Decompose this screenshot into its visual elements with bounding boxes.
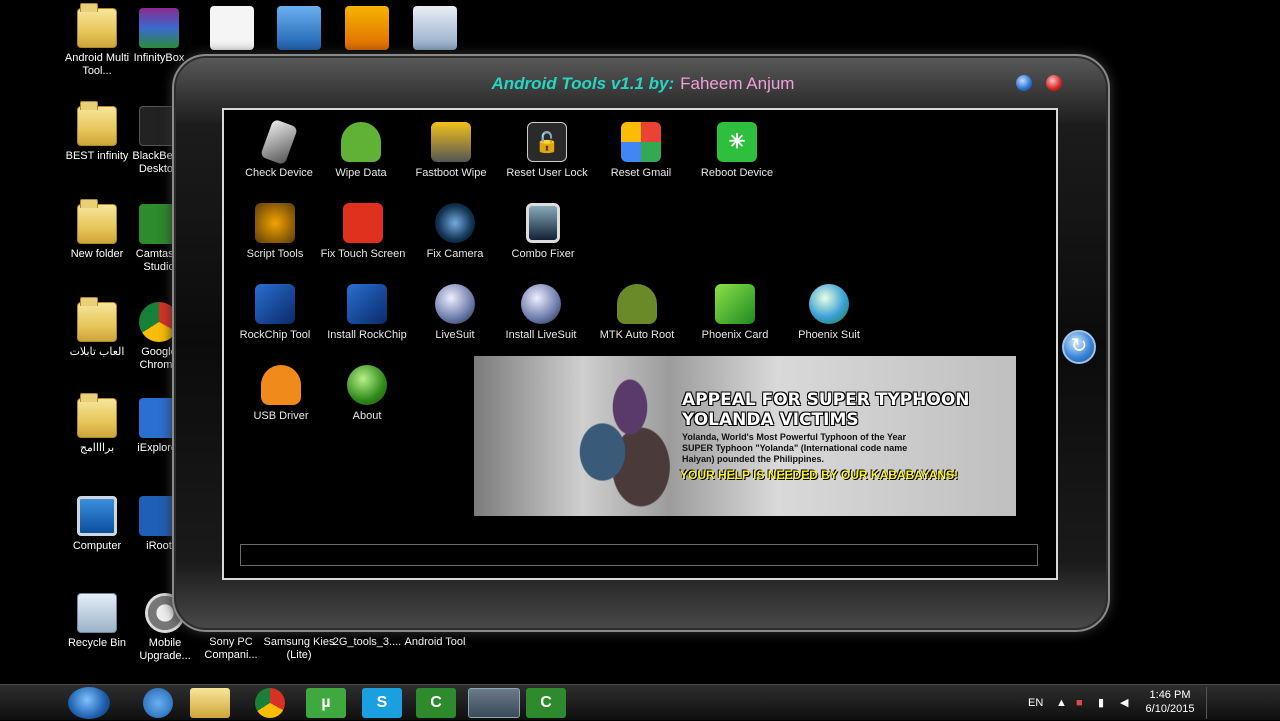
android-usb-icon xyxy=(261,365,301,405)
folder-icon xyxy=(77,393,117,438)
ie-taskbar-icon[interactable] xyxy=(143,688,173,718)
recycle-bin-icon xyxy=(77,593,117,633)
desktop-icon-sony-pc-companion[interactable]: Sony PC Compani... xyxy=(194,636,268,662)
pixel-app-icon[interactable] xyxy=(210,6,254,50)
mtk-auto-root-button[interactable]: MTK Auto Root xyxy=(582,284,692,341)
tools-panel: Check Device Wipe Data Fastboot Wipe 🔓 R… xyxy=(222,108,1058,580)
utorrent-taskbar-icon[interactable]: µ xyxy=(306,688,346,718)
broom-icon xyxy=(431,122,471,162)
start-button[interactable] xyxy=(68,687,110,719)
folder-icon xyxy=(77,3,117,48)
ki3-icon[interactable] xyxy=(345,6,389,50)
title-prefix: Android Tools v1.1 by: xyxy=(491,74,675,93)
camtasia-recorder-taskbar-icon[interactable]: C xyxy=(526,688,566,718)
green-folder-icon xyxy=(715,284,755,324)
phoenix-suit-button[interactable]: Phoenix Suit xyxy=(774,284,884,341)
skype-taskbar-icon[interactable]: S xyxy=(362,688,402,718)
livesuit-icon xyxy=(435,284,475,324)
reboot-device-button[interactable]: ✳ Reboot Device xyxy=(682,122,792,179)
camera-lens-icon xyxy=(435,203,475,243)
folder-icon xyxy=(77,101,117,146)
script-robot-icon xyxy=(255,203,295,243)
rockchip-install-icon xyxy=(347,284,387,324)
android-tools-window: Android Tools v1.1 by: Faheem Anjum ↻ Che… xyxy=(172,54,1110,632)
explorer-taskbar-icon[interactable] xyxy=(190,688,230,718)
lock-icon: 🔓 xyxy=(527,122,567,162)
show-desktop-button[interactable] xyxy=(1206,687,1214,719)
winrar-icon xyxy=(139,8,179,48)
android-wipe-icon xyxy=(341,122,381,162)
desktop-icon-samsung-kies[interactable]: Samsung Kies (Lite) xyxy=(262,636,336,662)
volume-tray-icon[interactable]: ◀ xyxy=(1120,685,1128,721)
android-tool-taskbar-icon[interactable] xyxy=(468,688,520,718)
refresh-button[interactable]: ↻ xyxy=(1062,330,1096,364)
touch-hand-icon xyxy=(343,203,383,243)
phone-icon xyxy=(259,118,299,166)
android-root-icon xyxy=(617,284,657,324)
window-title: Android Tools v1.1 by: Faheem Anjum xyxy=(174,74,1112,94)
network-tray-icon[interactable]: ■ xyxy=(1076,685,1083,721)
fastboot-wipe-button[interactable]: Fastboot Wipe xyxy=(396,122,506,179)
chrome-taskbar-icon[interactable] xyxy=(255,688,285,718)
desktop-icon-android-tool[interactable]: Android Tool xyxy=(398,636,472,649)
banner-headline: APPEAL FOR SUPER TYPHOON YOLANDA VICTIMS xyxy=(682,390,970,430)
progress-bar xyxy=(240,544,1038,566)
signal-tray-icon[interactable]: ▮ xyxy=(1098,685,1104,721)
show-hidden-icons[interactable]: ▲ xyxy=(1056,685,1067,721)
transfer-app-icon[interactable] xyxy=(413,6,457,50)
install-livesuit-button[interactable]: Install LiveSuit xyxy=(486,284,596,341)
android-about-icon xyxy=(347,365,387,405)
refresh-globe-icon xyxy=(809,284,849,324)
close-button[interactable] xyxy=(1046,75,1062,91)
banner-photo xyxy=(564,362,674,512)
banner-subtext: Yolanda, World's Most Powerful Typhoon o… xyxy=(682,432,908,464)
tablet-icon xyxy=(526,203,560,243)
reset-gmail-button[interactable]: Reset Gmail xyxy=(586,122,696,179)
refresh-icon: ↻ xyxy=(1070,335,1088,357)
clock[interactable]: 1:46 PM 6/10/2015 xyxy=(1140,688,1200,716)
minimize-button[interactable] xyxy=(1016,75,1032,91)
about-button[interactable]: About xyxy=(312,365,422,422)
title-author: Faheem Anjum xyxy=(680,74,795,93)
desktop-icon-infinitybox[interactable]: InfinityBox xyxy=(122,8,196,65)
typhoon-appeal-banner: APPEAL FOR SUPER TYPHOON YOLANDA VICTIMS… xyxy=(474,356,1016,516)
taskbar: µ S C C EN ▲ ■ ▮ ◀ 1:46 PM 6/10/2015 xyxy=(0,684,1280,720)
anchor-icon[interactable] xyxy=(277,6,321,50)
reboot-icon: ✳ xyxy=(717,122,757,162)
folder-icon xyxy=(77,297,117,342)
banner-callout: YOUR HELP IS NEEDED BY OUR KABABAYANS! xyxy=(680,468,959,482)
computer-icon xyxy=(77,496,117,536)
desktop: Android Multi Tool... BEST infinity New … xyxy=(0,0,1280,684)
desktop-icon-2g-tools[interactable]: 2G_tools_3.... xyxy=(330,636,404,649)
rockchip-icon xyxy=(255,284,295,324)
folder-icon xyxy=(77,199,117,244)
desktop-icon-recycle-bin[interactable]: Recycle Bin xyxy=(60,593,134,650)
combo-fixer-button[interactable]: Combo Fixer xyxy=(488,203,598,260)
language-indicator[interactable]: EN xyxy=(1028,685,1043,721)
camtasia-taskbar-icon[interactable]: C xyxy=(416,688,456,718)
google-icon xyxy=(621,122,661,162)
livesuit-install-icon xyxy=(521,284,561,324)
